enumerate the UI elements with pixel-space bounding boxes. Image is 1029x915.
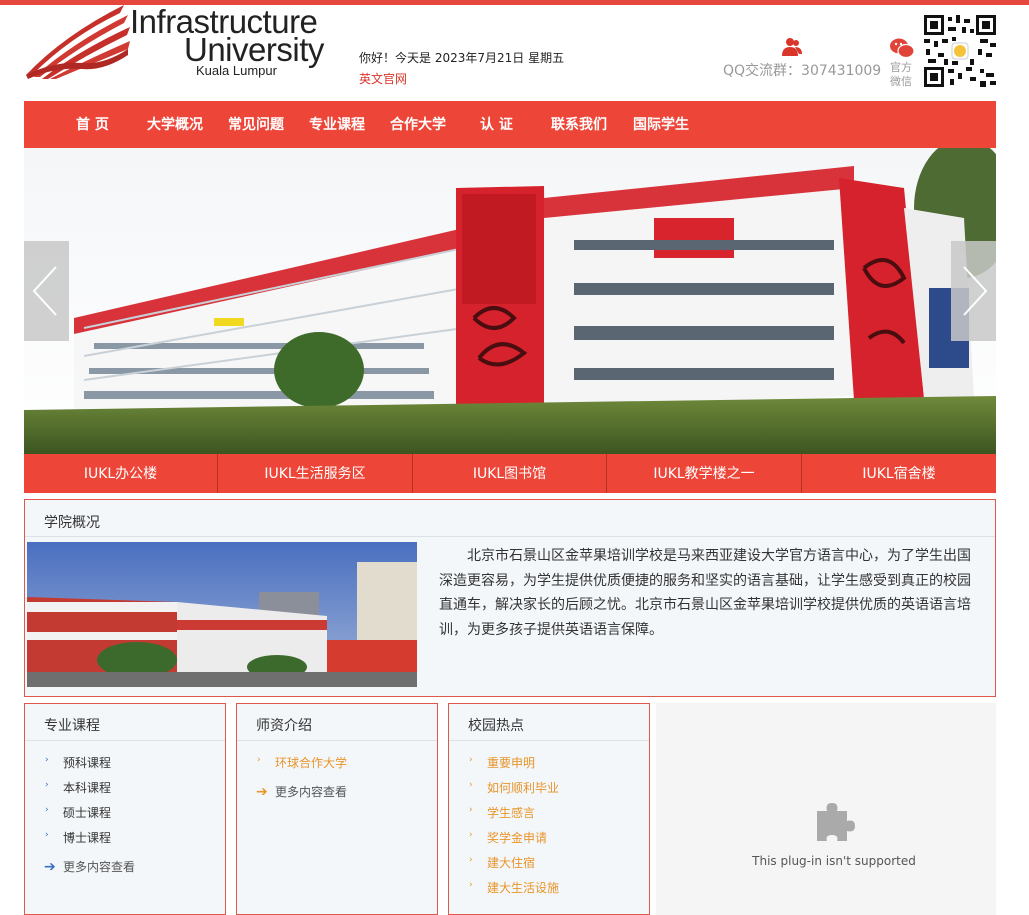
- chevron-left-icon: [32, 266, 57, 316]
- campus-item-label: 重要申明: [487, 756, 536, 770]
- courses-more-link[interactable]: ➔ 更多内容查看: [44, 855, 135, 880]
- bullet-icon: ›: [45, 780, 49, 790]
- main-nav: 首 页 大学概况 常见问题 专业课程 合作大学 认 证 联系我们 国际学生: [24, 101, 996, 148]
- campus-item-statement[interactable]: › 重要申明: [468, 751, 559, 776]
- campus-hot-panel: 校园热点 › 重要申明 › 如何顺利毕业 › 学生感言 › 奖学金申请 › 建大住宿 › 建…: [448, 703, 650, 915]
- campus-item-facilities[interactable]: › 建大生活设施: [468, 876, 559, 901]
- course-item-label: 预科课程: [63, 756, 112, 770]
- campus-item-graduate[interactable]: › 如何顺利毕业: [468, 776, 559, 801]
- plugin-unsupported-message: This plug-in isn't supported: [752, 854, 916, 868]
- course-item-label: 本科课程: [63, 781, 112, 795]
- banner-next-button[interactable]: [951, 241, 996, 341]
- campus-hot-header: 校园热点: [449, 704, 649, 741]
- banner-tab-services[interactable]: IUKL生活服务区: [218, 454, 413, 493]
- bullet-icon: ›: [469, 755, 473, 765]
- wechat-icon: [890, 38, 915, 59]
- teachers-more-label: 更多内容查看: [275, 785, 348, 799]
- campus-item-label: 学生感言: [487, 806, 536, 820]
- course-item-foundation[interactable]: › 预科课程: [44, 751, 135, 776]
- campus-item-label: 如何顺利毕业: [487, 781, 560, 795]
- date-greeting: 你好！今天是 2023年7月21日 星期五: [359, 51, 565, 65]
- arrow-right-icon: ➔: [44, 859, 56, 875]
- english-site-link[interactable]: 英文官网: [359, 70, 407, 87]
- college-overview-header: 学院概况: [25, 500, 995, 537]
- teacher-item-label: 环球合作大学: [275, 756, 348, 770]
- courses-title: 专业课程: [44, 718, 100, 734]
- bullet-icon: ›: [469, 805, 473, 815]
- qr-code-icon: [924, 15, 996, 87]
- nav-partner-universities[interactable]: 合作大学: [390, 101, 446, 148]
- banner-tab-teaching-building[interactable]: IUKL教学楼之一: [607, 454, 802, 493]
- user-group-icon: [782, 38, 802, 56]
- course-item-label: 硕士课程: [63, 806, 112, 820]
- teachers-list: › 环球合作大学 ➔ 更多内容查看: [256, 751, 347, 805]
- bullet-icon: ›: [469, 780, 473, 790]
- university-logo[interactable]: Infrastructure University Kuala Lumpur: [24, 3, 334, 85]
- qq-group-text: QQ交流群：307431009: [723, 63, 882, 79]
- banner-tab-office[interactable]: IUKL办公楼: [24, 454, 218, 493]
- teachers-header: 师资介绍: [237, 704, 437, 741]
- course-item-doctorate[interactable]: › 博士课程: [44, 826, 135, 851]
- banner-tab-dormitory[interactable]: IUKL宿舍楼: [802, 454, 996, 493]
- campus-item-testimonials[interactable]: › 学生感言: [468, 801, 559, 826]
- bullet-icon: ›: [45, 755, 49, 765]
- bullet-icon: ›: [469, 830, 473, 840]
- bullet-icon: ›: [45, 805, 49, 815]
- college-overview-title: 学院概况: [44, 515, 100, 531]
- campus-photo-image: [27, 542, 417, 687]
- nav-faq[interactable]: 常见问题: [228, 101, 284, 148]
- banner-slideshow[interactable]: [24, 148, 996, 454]
- wechat-official[interactable]: 官方微信: [889, 37, 917, 91]
- campus-item-housing[interactable]: › 建大住宿: [468, 851, 559, 876]
- nav-courses[interactable]: 专业课程: [309, 101, 365, 148]
- nav-contact-us[interactable]: 联系我们: [551, 101, 607, 148]
- bullet-icon: ›: [469, 880, 473, 890]
- course-item-bachelor[interactable]: › 本科课程: [44, 776, 135, 801]
- banner-campus-building-image: [24, 148, 996, 454]
- courses-more-label: 更多内容查看: [63, 860, 136, 874]
- qq-group[interactable]: QQ交流群：307431009: [723, 37, 881, 79]
- nav-international-students[interactable]: 国际学生: [633, 101, 689, 148]
- banner-tab-library[interactable]: IUKL图书馆: [413, 454, 607, 493]
- bullet-icon: ›: [469, 855, 473, 865]
- wechat-label: 官方微信: [890, 61, 912, 88]
- course-item-master[interactable]: › 硕士课程: [44, 801, 135, 826]
- campus-item-label: 奖学金申请: [487, 831, 548, 845]
- banner-prev-button[interactable]: [24, 241, 69, 341]
- campus-hot-title: 校园热点: [468, 718, 524, 734]
- chevron-right-icon: [963, 266, 988, 316]
- teachers-title: 师资介绍: [256, 718, 312, 734]
- banner-tabs: IUKL办公楼 IUKL生活服务区 IUKL图书馆 IUKL教学楼之一 IUKL…: [24, 454, 996, 493]
- courses-panel: 专业课程 › 预科课程 › 本科课程 › 硕士课程 › 博士课程 ➔ 更多内容查看: [24, 703, 226, 915]
- site-header: Infrastructure University Kuala Lumpur 你…: [0, 3, 1029, 101]
- college-overview-photo[interactable]: [27, 542, 417, 687]
- puzzle-piece-icon: [817, 803, 855, 841]
- teacher-item-global-partner[interactable]: › 环球合作大学: [256, 751, 347, 776]
- bullet-icon: ›: [45, 830, 49, 840]
- course-item-label: 博士课程: [63, 831, 112, 845]
- courses-header: 专业课程: [25, 704, 225, 741]
- teachers-panel: 师资介绍 › 环球合作大学 ➔ 更多内容查看: [236, 703, 438, 915]
- teachers-more-link[interactable]: ➔ 更多内容查看: [256, 780, 347, 805]
- courses-list: › 预科课程 › 本科课程 › 硕士课程 › 博士课程 ➔ 更多内容查看: [44, 751, 135, 880]
- bullet-icon: ›: [257, 755, 261, 765]
- nav-university-overview[interactable]: 大学概况: [147, 101, 203, 148]
- campus-hot-list: › 重要申明 › 如何顺利毕业 › 学生感言 › 奖学金申请 › 建大住宿 › 建大生活设施: [468, 751, 559, 901]
- nav-home[interactable]: 首 页: [76, 101, 109, 148]
- campus-item-label: 建大生活设施: [487, 881, 560, 895]
- unsupported-plugin-area: This plug-in isn't supported: [656, 703, 996, 915]
- campus-item-scholarship[interactable]: › 奖学金申请: [468, 826, 559, 851]
- nav-accreditation[interactable]: 认 证: [480, 101, 513, 148]
- arrow-right-icon: ➔: [256, 784, 268, 800]
- book-logo-icon: [26, 5, 130, 79]
- college-overview-text: 北京市石景山区金苹果培训学校是马来西亚建设大学官方语言中心，为了学生出国深造更容…: [439, 548, 971, 638]
- logo-text-kuala-lumpur: Kuala Lumpur: [196, 63, 277, 78]
- college-overview-panel: 学院概况 北京市石景山区金苹果培训学校是马来西亚建设大学官方语言中心，为了学生出…: [24, 499, 996, 697]
- campus-item-label: 建大住宿: [487, 856, 536, 870]
